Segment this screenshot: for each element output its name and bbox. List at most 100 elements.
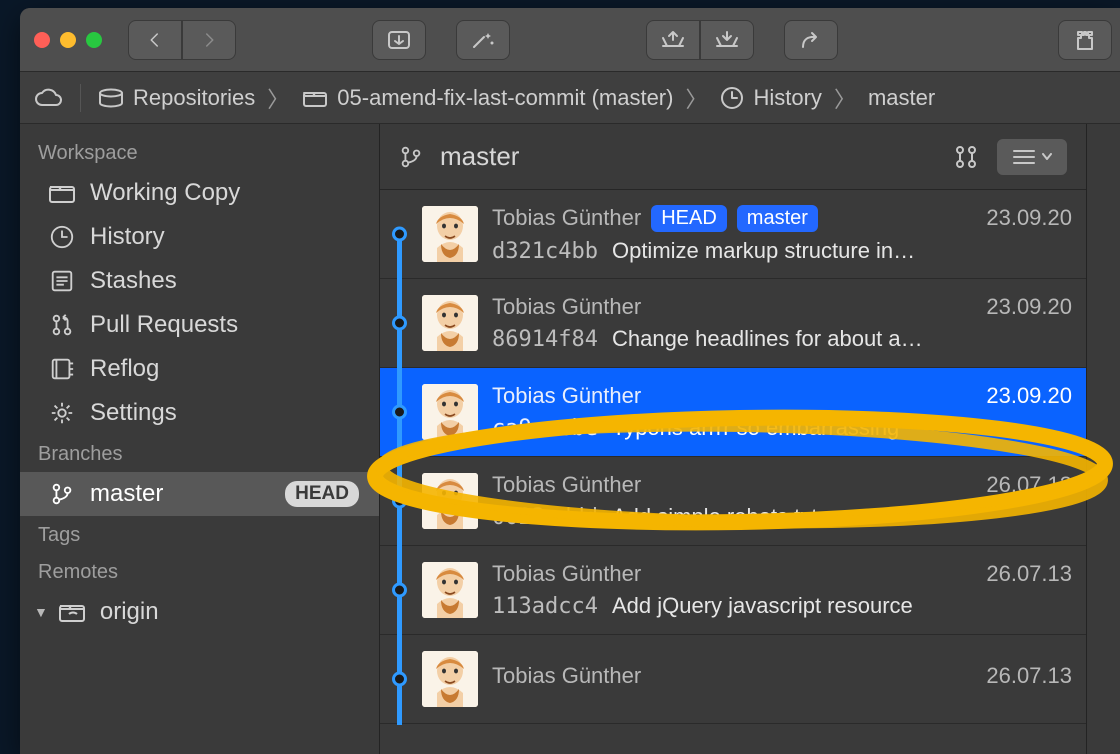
tray-button[interactable] — [372, 20, 426, 60]
graph-node-icon — [392, 672, 407, 687]
commit-author: Tobias Günther — [492, 294, 641, 320]
commit-message: Typohs arrrr so embarrassing — [612, 415, 899, 441]
sidebar-branch-label: master — [90, 480, 163, 508]
share-button[interactable] — [784, 20, 838, 60]
sidebar-item-history[interactable]: History — [20, 215, 379, 259]
commit-row[interactable]: Tobias Günther 26.07.13 — [380, 635, 1086, 724]
sidebar-item-label: History — [90, 223, 165, 251]
branches-header: Branches — [20, 435, 379, 472]
commit-author: Tobias Günther — [492, 663, 641, 689]
commit-row[interactable]: Tobias Günther 26.07.13 0023cddd Add sim… — [380, 457, 1086, 546]
repo-crumb[interactable]: 05-amend-fix-last-commit (master) — [301, 85, 673, 111]
cloud-crumb[interactable] — [34, 87, 64, 109]
sidebar-item-settings[interactable]: Settings — [20, 391, 379, 435]
avatar — [422, 295, 478, 351]
history-crumb[interactable]: History — [719, 85, 821, 111]
commit-row[interactable]: Tobias Günther 23.09.20 86914f84 Change … — [380, 279, 1086, 368]
workspace-header: Workspace — [20, 134, 379, 171]
commit-hash: 0023cddd — [492, 505, 598, 530]
tags-header: Tags — [20, 516, 379, 553]
chevron-icon: 〉 — [683, 82, 709, 114]
chevron-down-icon — [1042, 153, 1052, 161]
stash-pop-button[interactable] — [646, 20, 700, 60]
commit-date: 23.09.20 — [986, 294, 1072, 320]
graph-node-icon — [392, 227, 407, 242]
sidebar-remote-label: origin — [100, 598, 159, 626]
repositories-crumb[interactable]: Repositories — [97, 85, 255, 111]
compare-icon[interactable] — [952, 143, 980, 171]
back-button[interactable] — [128, 20, 182, 60]
sidebar-item-stashes[interactable]: Stashes — [20, 259, 379, 303]
content-header: master — [380, 124, 1086, 190]
graph-node-icon — [392, 405, 407, 420]
commit-message: Change headlines for about a… — [612, 326, 923, 352]
close-dot[interactable] — [34, 32, 50, 48]
sidebar-item-reflog[interactable]: Reflog — [20, 347, 379, 391]
graph-node-icon — [392, 583, 407, 598]
graph-column — [380, 546, 416, 634]
commit-info: Tobias Günther 26.07.13 113adcc4 Add jQu… — [492, 561, 1086, 619]
avatar — [422, 384, 478, 440]
sidebar-remote-origin[interactable]: ▼ origin — [20, 590, 379, 634]
window-controls — [34, 32, 102, 48]
graph-column — [380, 368, 416, 456]
commit-info: Tobias Günther 26.07.13 0023cddd Add sim… — [492, 472, 1086, 530]
view-mode-button[interactable] — [996, 138, 1068, 176]
graph-node-icon — [392, 494, 407, 509]
commit-row[interactable]: Tobias Günther HEADmaster 23.09.20 d321c… — [380, 190, 1086, 279]
commit-hash: d321c4bb — [492, 239, 598, 264]
titlebar — [20, 8, 1120, 72]
commit-row[interactable]: Tobias Günther 26.07.13 113adcc4 Add jQu… — [380, 546, 1086, 635]
breadcrumb-bar: Repositories 〉 05-amend-fix-last-commit … — [20, 72, 1120, 124]
history-label: History — [753, 85, 821, 111]
graph-node-icon — [392, 316, 407, 331]
forward-button[interactable] — [182, 20, 236, 60]
commit-info: Tobias Günther HEADmaster 23.09.20 d321c… — [492, 205, 1086, 264]
commit-message: Add jQuery javascript resource — [612, 593, 913, 619]
castle-button[interactable] — [1058, 20, 1112, 60]
repositories-label: Repositories — [133, 85, 255, 111]
commit-row[interactable]: Tobias Günther 23.09.20 ca9aacbe Typohs … — [380, 368, 1086, 457]
commit-date: 26.07.13 — [986, 472, 1072, 498]
commit-message: Add simple robots.txt — [612, 504, 817, 530]
chevron-icon: 〉 — [265, 82, 291, 114]
sidebar-branch-master[interactable]: master HEAD — [20, 472, 379, 516]
commit-author: Tobias Günther — [492, 561, 641, 587]
branch-title: master — [440, 141, 519, 172]
sidebar-item-pull-requests[interactable]: Pull Requests — [20, 303, 379, 347]
body: Workspace Working Copy History Stashes P… — [20, 124, 1120, 754]
zoom-dot[interactable] — [86, 32, 102, 48]
commit-hash: ca9aacbe — [492, 416, 598, 441]
magic-button[interactable] — [456, 20, 510, 60]
minimize-dot[interactable] — [60, 32, 76, 48]
graph-column — [380, 190, 416, 278]
commit-list: Tobias Günther HEADmaster 23.09.20 d321c… — [380, 190, 1086, 754]
avatar — [422, 473, 478, 529]
branch-label: master — [868, 85, 935, 111]
commit-info: Tobias Günther 23.09.20 ca9aacbe Typohs … — [492, 383, 1086, 441]
graph-column — [380, 457, 416, 545]
avatar — [422, 651, 478, 707]
branch-crumb[interactable]: master — [868, 85, 935, 111]
commit-hash: 86914f84 — [492, 327, 598, 352]
disclosure-triangle-icon[interactable]: ▼ — [34, 604, 48, 620]
commit-author: Tobias Günther — [492, 205, 641, 231]
stash-save-button[interactable] — [700, 20, 754, 60]
sidebar-item-label: Pull Requests — [90, 311, 238, 339]
list-icon — [1012, 148, 1036, 166]
stash-group — [646, 20, 754, 60]
app-window: Repositories 〉 05-amend-fix-last-commit … — [20, 8, 1120, 754]
nav-group — [128, 20, 236, 60]
commit-author: Tobias Günther — [492, 383, 641, 409]
repo-label: 05-amend-fix-last-commit (master) — [337, 85, 673, 111]
sidebar-item-working-copy[interactable]: Working Copy — [20, 171, 379, 215]
commit-info: Tobias Günther 23.09.20 86914f84 Change … — [492, 294, 1086, 352]
avatar — [422, 562, 478, 618]
head-badge: HEAD — [285, 481, 359, 507]
right-strip — [1086, 124, 1120, 754]
commit-message: Optimize markup structure in… — [612, 238, 915, 264]
remotes-header: Remotes — [20, 553, 379, 590]
branch-icon — [398, 143, 424, 171]
sidebar-item-label: Reflog — [90, 355, 159, 383]
content-pane: master Tobias Günther HEADmas — [380, 124, 1086, 754]
